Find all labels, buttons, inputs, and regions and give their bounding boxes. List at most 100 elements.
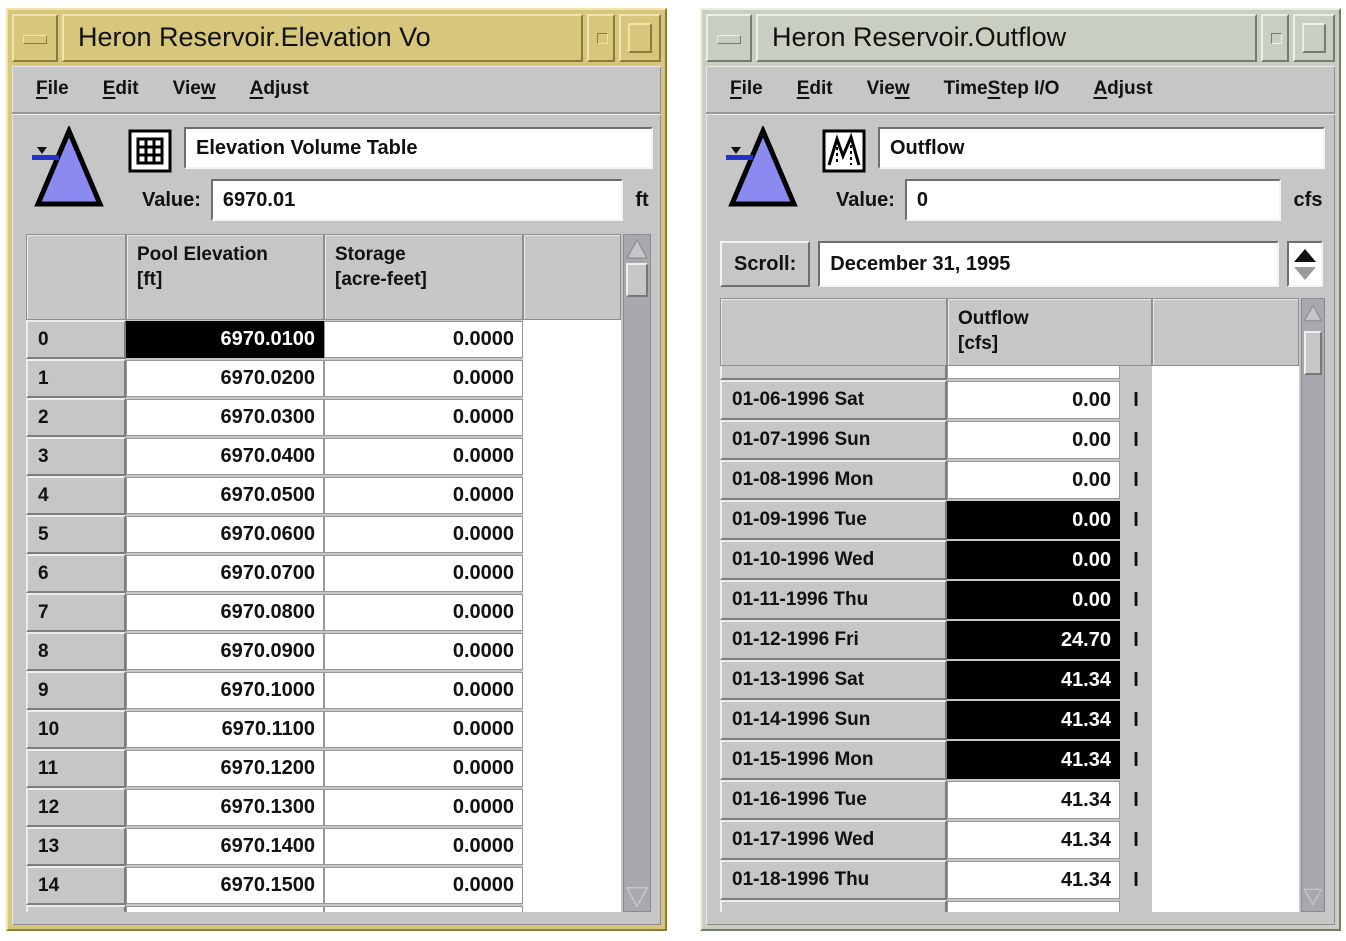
row-header[interactable]: 01-11-1996 Thu <box>720 580 947 620</box>
plot-slot-icon[interactable] <box>822 129 866 173</box>
pool-elevation-cell[interactable]: 6970.0500 <box>126 477 324 514</box>
pool-elevation-cell[interactable]: 6970.0400 <box>126 438 324 475</box>
row-header[interactable]: 0 <box>26 320 126 359</box>
storage-cell[interactable]: 0.0000 <box>324 594 523 631</box>
outflow-cell[interactable]: 0.00 <box>947 461 1120 499</box>
storage-cell[interactable] <box>324 906 523 912</box>
pool-elevation-cell[interactable]: 6970.1500 <box>126 867 324 904</box>
window-menu-button[interactable] <box>12 14 58 62</box>
spinner-down-icon[interactable] <box>1294 267 1316 280</box>
row-header[interactable]: 1 <box>26 359 126 398</box>
pool-elevation-cell[interactable]: 6970.1400 <box>126 828 324 865</box>
outflow-cell[interactable]: 41.34 <box>947 781 1120 819</box>
storage-cell[interactable]: 0.0000 <box>324 399 523 436</box>
pool-elevation-cell[interactable]: 6970.0100 <box>126 321 324 358</box>
row-header[interactable]: 5 <box>26 515 126 554</box>
outflow-cell[interactable]: 0.00 <box>947 381 1120 419</box>
menu-view[interactable]: View <box>867 78 910 100</box>
pool-elevation-cell[interactable]: 6970.0900 <box>126 633 324 670</box>
outflow-cell[interactable]: 0.00 <box>947 541 1120 579</box>
pool-elevation-cell[interactable]: 6970.1000 <box>126 672 324 709</box>
scrollbar-down-icon[interactable] <box>1302 884 1324 910</box>
scrollbar-thumb[interactable] <box>1304 331 1322 375</box>
row-header[interactable]: 9 <box>26 671 126 710</box>
outflow-cell[interactable]: 41.34 <box>947 701 1120 739</box>
scrollbar-up-icon[interactable] <box>1302 300 1324 326</box>
table-slot-icon[interactable] <box>128 129 172 173</box>
pool-elevation-cell[interactable]: 6970.1100 <box>126 711 324 748</box>
row-header[interactable]: 8 <box>26 632 126 671</box>
storage-cell[interactable]: 0.0000 <box>324 516 523 553</box>
row-header[interactable] <box>720 900 947 912</box>
scrollbar-thumb[interactable] <box>626 263 648 297</box>
row-header[interactable]: 01-18-1996 Thu <box>720 860 947 900</box>
date-field[interactable]: December 31, 1995 <box>818 241 1279 287</box>
row-header[interactable]: 3 <box>26 437 126 476</box>
row-header[interactable]: 7 <box>26 593 126 632</box>
minimize-button[interactable] <box>587 14 615 62</box>
row-header[interactable]: 01-15-1996 Mon <box>720 740 947 780</box>
minimize-button[interactable] <box>1261 14 1289 62</box>
outflow-cell[interactable]: 41.34 <box>947 861 1120 899</box>
storage-cell[interactable]: 0.0000 <box>324 672 523 709</box>
maximize-button[interactable] <box>619 14 661 62</box>
outflow-cell[interactable]: 0.00 <box>947 581 1120 619</box>
outflow-cell[interactable]: 41.34 <box>947 661 1120 699</box>
storage-cell[interactable]: 0.0000 <box>324 555 523 592</box>
row-header[interactable]: 14 <box>26 866 126 905</box>
row-header[interactable]: 01-08-1996 Mon <box>720 460 947 500</box>
maximize-button[interactable] <box>1293 14 1335 62</box>
storage-cell[interactable]: 0.0000 <box>324 828 523 865</box>
menu-adjust[interactable]: Adjust <box>1093 78 1152 100</box>
row-header[interactable]: 10 <box>26 710 126 749</box>
pool-elevation-cell[interactable]: 6970.0600 <box>126 516 324 553</box>
menu-file[interactable]: File <box>36 78 69 100</box>
scroll-button[interactable]: Scroll: <box>720 241 810 287</box>
row-header[interactable]: 01-17-1996 Wed <box>720 820 947 860</box>
menu-view[interactable]: View <box>173 78 216 100</box>
spinner-up-icon[interactable] <box>1294 249 1316 262</box>
row-header[interactable]: 01-13-1996 Sat <box>720 660 947 700</box>
row-header[interactable]: 11 <box>26 749 126 788</box>
storage-cell[interactable]: 0.0000 <box>324 321 523 358</box>
slot-name-field[interactable]: Elevation Volume Table <box>184 127 653 169</box>
row-header[interactable] <box>26 905 126 912</box>
row-header[interactable]: 01-10-1996 Wed <box>720 540 947 580</box>
outflow-cell[interactable]: 0.00 <box>947 366 1120 379</box>
storage-cell[interactable]: 0.0000 <box>324 867 523 904</box>
row-header[interactable]: 01-07-1996 Sun <box>720 420 947 460</box>
row-header[interactable]: 01-09-1996 Tue <box>720 500 947 540</box>
outflow-cell[interactable]: 0.00 <box>947 501 1120 539</box>
storage-cell[interactable]: 0.0000 <box>324 750 523 787</box>
menu-edit[interactable]: Edit <box>797 78 833 100</box>
scrollbar-up-icon[interactable] <box>624 236 650 262</box>
value-field[interactable]: 0 <box>905 179 1281 221</box>
outflow-cell[interactable]: 41.34 <box>947 741 1120 779</box>
outflow-cell[interactable]: 24.70 <box>947 621 1120 659</box>
row-header[interactable]: 6 <box>26 554 126 593</box>
outflow-cell[interactable] <box>947 901 1120 912</box>
row-header[interactable]: 01-12-1996 Fri <box>720 620 947 660</box>
outflow-cell[interactable]: 41.34 <box>947 821 1120 859</box>
menu-edit[interactable]: Edit <box>103 78 139 100</box>
pool-elevation-cell[interactable]: 6970.1200 <box>126 750 324 787</box>
outflow-cell[interactable]: 0.00 <box>947 421 1120 459</box>
row-header[interactable]: 12 <box>26 788 126 827</box>
pool-elevation-cell[interactable]: 6970.1300 <box>126 789 324 826</box>
storage-cell[interactable]: 0.0000 <box>324 360 523 397</box>
row-header[interactable]: 01-14-1996 Sun <box>720 700 947 740</box>
menu-timestep-i-o[interactable]: TimeStep I/O <box>944 78 1060 100</box>
row-header[interactable]: 01-06-1996 Sat <box>720 380 947 420</box>
scrollbar-down-icon[interactable] <box>624 884 650 910</box>
pool-elevation-cell[interactable]: 6970.0200 <box>126 360 324 397</box>
row-header[interactable]: 01-05-1996 Fri <box>720 366 947 380</box>
window-menu-button[interactable] <box>706 14 752 62</box>
pool-elevation-cell[interactable]: 6970.0300 <box>126 399 324 436</box>
slot-name-field[interactable]: Outflow <box>878 127 1325 169</box>
storage-cell[interactable]: 0.0000 <box>324 633 523 670</box>
menu-adjust[interactable]: Adjust <box>250 78 309 100</box>
row-header[interactable]: 4 <box>26 476 126 515</box>
storage-cell[interactable]: 0.0000 <box>324 477 523 514</box>
pool-elevation-cell[interactable]: 6970.0700 <box>126 555 324 592</box>
row-header[interactable]: 2 <box>26 398 126 437</box>
